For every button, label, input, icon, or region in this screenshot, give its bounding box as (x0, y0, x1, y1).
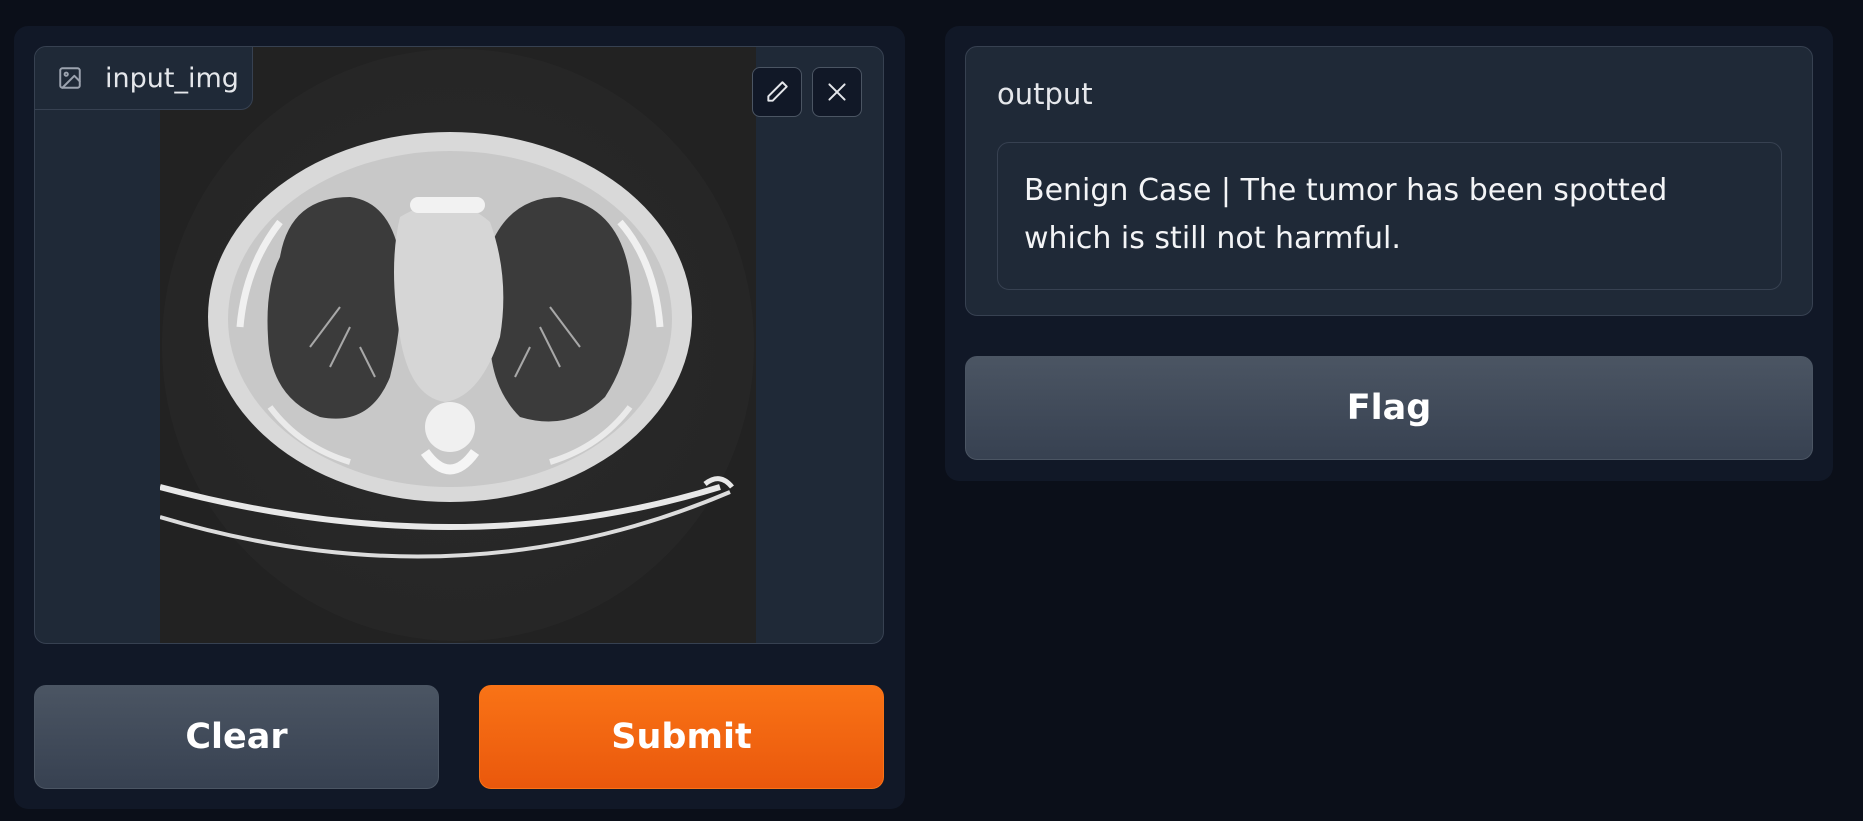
input-panel: input_img Clear Submit (14, 26, 905, 809)
flag-button[interactable]: Flag (965, 356, 1813, 460)
image-upload-area[interactable]: input_img (34, 46, 884, 644)
output-textbox[interactable]: Benign Case | The tumor has been spotted… (997, 142, 1782, 290)
submit-button[interactable]: Submit (479, 685, 884, 789)
clear-button[interactable]: Clear (34, 685, 439, 789)
ct-scan-image (160, 47, 756, 643)
edit-button[interactable] (752, 67, 802, 117)
close-icon (828, 83, 846, 101)
image-icon (59, 67, 81, 89)
pencil-icon (767, 81, 788, 102)
image-label-text: input_img (105, 62, 239, 94)
output-block: output Benign Case | The tumor has been … (965, 46, 1813, 316)
ct-scan-drawing (160, 47, 756, 643)
image-label: input_img (35, 47, 253, 110)
close-button[interactable] (812, 67, 862, 117)
output-panel: output Benign Case | The tumor has been … (945, 26, 1833, 481)
output-label: output (997, 77, 1093, 111)
